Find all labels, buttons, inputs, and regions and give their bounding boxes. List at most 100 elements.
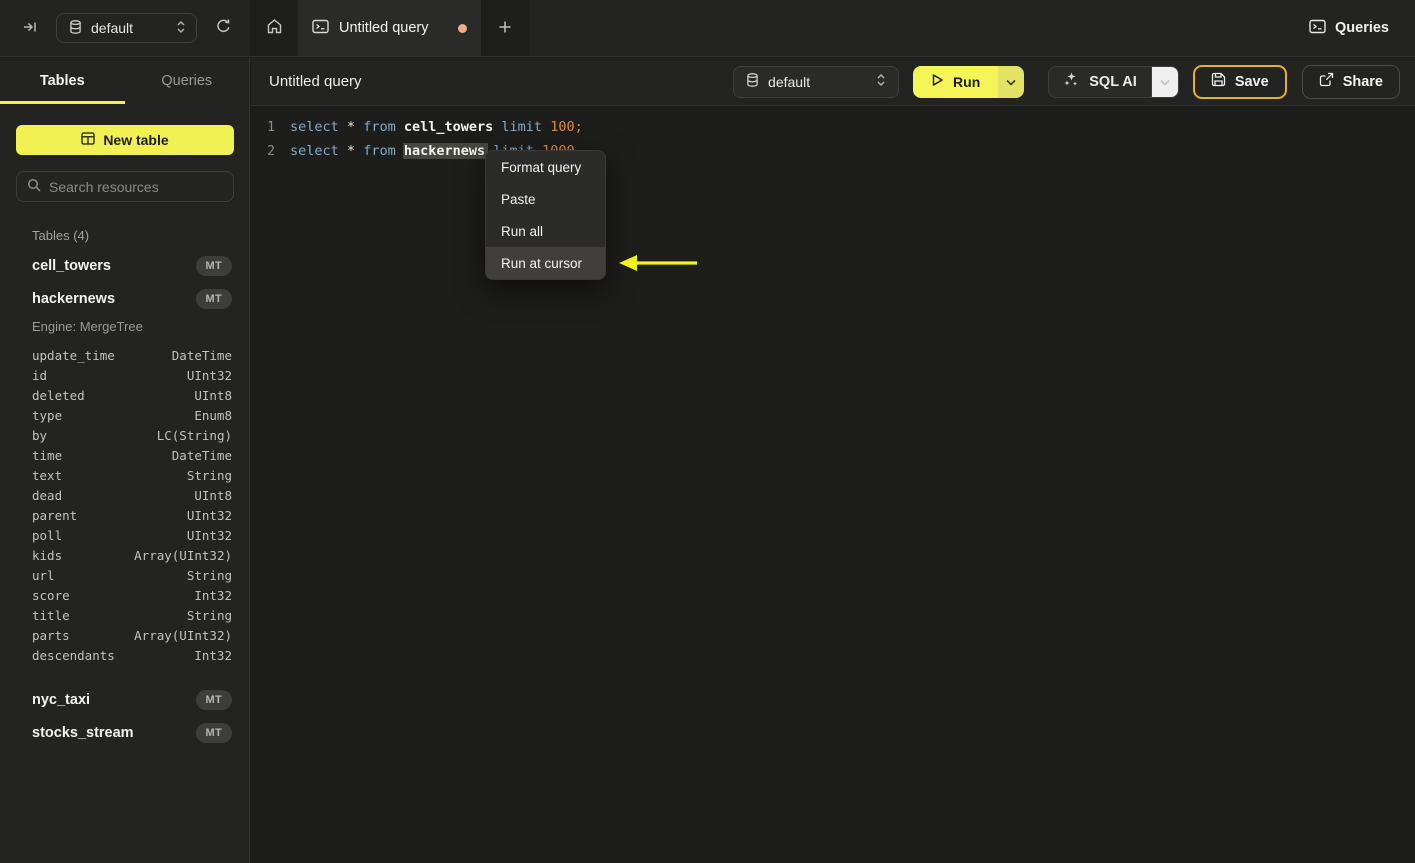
column-type: DateTime — [171, 347, 232, 363]
new-tab-button[interactable] — [481, 0, 529, 56]
column-row: text String — [0, 465, 249, 485]
new-table-button[interactable]: New table — [16, 125, 234, 155]
sidebar: Tables Queries New table Tables (4) cell… — [0, 58, 250, 863]
sidebar-tabs: Tables Queries — [0, 58, 249, 104]
code-token: from — [363, 119, 396, 135]
sql-ai-options-button[interactable] — [1150, 66, 1178, 97]
column-row: dead UInt8 — [0, 485, 249, 505]
column-type: UInt32 — [186, 367, 232, 383]
column-type: UInt32 — [186, 527, 232, 543]
selected-token: hackernews — [403, 143, 486, 159]
tables-section-label: Tables (4) — [32, 228, 90, 243]
engine-badge: MT — [195, 689, 232, 710]
column-name: update_time — [32, 347, 115, 363]
column-type: Array(UInt32) — [134, 627, 232, 643]
code-line: 2select * from hackernews limit 1000 — [251, 139, 1415, 163]
code-token: select — [290, 143, 339, 159]
column-type: Int32 — [194, 587, 232, 603]
chevron-down-icon — [1160, 74, 1170, 89]
table-row-nyc_taxi[interactable]: nyc_taxi MT — [0, 683, 249, 716]
run-button-label: Run — [953, 73, 981, 90]
column-name: id — [32, 367, 48, 383]
home-button[interactable] — [250, 0, 298, 56]
query-title: Untitled query — [269, 73, 362, 90]
unsaved-dot — [458, 23, 467, 33]
save-button[interactable]: Save — [1192, 64, 1287, 99]
column-type: LC(String) — [156, 427, 232, 443]
sidebar-tab-tables[interactable]: Tables — [0, 58, 125, 104]
column-type: Array(UInt32) — [134, 547, 232, 563]
engine-badge: MT — [195, 288, 232, 309]
sparkles-icon — [1063, 71, 1080, 92]
column-name: poll — [32, 527, 63, 543]
column-row: poll UInt32 — [0, 525, 249, 545]
play-icon — [931, 73, 944, 90]
column-type: String — [186, 607, 232, 623]
share-button[interactable]: Share — [1301, 64, 1400, 99]
column-row: by LC(String) — [0, 425, 249, 445]
terminal-icon — [1309, 19, 1326, 38]
search-input[interactable] — [49, 178, 223, 195]
column-type: String — [186, 467, 232, 483]
code-line: 1 select * from cell_towers limit 100; — [251, 115, 1415, 139]
menu-item-run-at-cursor[interactable]: Run at cursor — [486, 247, 605, 279]
code-token: limit — [501, 119, 543, 135]
table-name: stocks_stream — [32, 724, 134, 741]
main-area: Untitled query default Run SQL AI Save S… — [251, 58, 1415, 863]
refresh-button[interactable] — [211, 14, 236, 42]
terminal-icon — [312, 19, 329, 38]
table-row-hackernews[interactable]: hackernews MT — [0, 282, 249, 315]
run-options-button[interactable] — [998, 65, 1025, 98]
topbar-database-value: default — [91, 20, 134, 36]
query-database-select[interactable]: default — [733, 65, 900, 98]
column-type: UInt32 — [186, 507, 232, 523]
code-token: select — [290, 119, 339, 135]
sql-ai-button[interactable]: SQL AI — [1049, 67, 1151, 97]
column-row: parent UInt32 — [0, 505, 249, 525]
column-name: descendants — [32, 647, 115, 663]
database-icon — [69, 19, 82, 37]
column-row: url String — [0, 565, 249, 585]
column-row: type Enum8 — [0, 405, 249, 425]
column-name: url — [32, 567, 55, 583]
topbar-left: default — [0, 0, 250, 56]
menu-item-format-query[interactable]: Format query — [486, 151, 605, 183]
table-name: hackernews — [32, 290, 116, 307]
sql-editor[interactable]: 1 select * from cell_towers limit 100; 2 se… — [251, 106, 1415, 163]
queries-button[interactable]: Queries — [1309, 19, 1389, 38]
column-name: kids — [32, 547, 63, 563]
query-database-value: default — [768, 73, 811, 90]
engine-label: Engine: MergeTree — [32, 319, 143, 334]
line-number: 1 — [267, 119, 275, 135]
column-row: title String — [0, 605, 249, 625]
sidebar-tab-queries[interactable]: Queries — [125, 58, 250, 104]
plus-icon — [498, 18, 512, 39]
save-button-label: Save — [1234, 73, 1269, 90]
column-name: dead — [32, 487, 63, 503]
table-icon — [81, 132, 95, 148]
queries-button-label: Queries — [1335, 20, 1389, 36]
save-icon — [1211, 72, 1226, 91]
sidebar-collapse-button[interactable] — [18, 15, 42, 42]
chevron-updown-icon — [876, 73, 886, 90]
column-name: score — [32, 587, 70, 603]
tables-list: cell_towers MT hackernews MT Engine: MergeTr… — [0, 249, 249, 749]
table-row-stocks_stream[interactable]: stocks_stream MT — [0, 716, 249, 749]
topbar-database-select[interactable]: default — [56, 13, 197, 43]
column-row: id UInt32 — [0, 365, 249, 385]
run-split-button: Run — [913, 65, 1025, 98]
table-row-cell_towers[interactable]: cell_towers MT — [0, 249, 249, 282]
column-type: String — [186, 567, 232, 583]
tab-untitled-query[interactable]: Untitled query — [298, 0, 481, 56]
menu-item-paste[interactable]: Paste — [486, 183, 605, 215]
column-row: kids Array(UInt32) — [0, 545, 249, 565]
run-button[interactable]: Run — [913, 65, 999, 98]
column-type: Int32 — [194, 647, 232, 663]
column-row: time DateTime — [0, 445, 249, 465]
code-token: from — [363, 143, 396, 159]
engine-badge: MT — [195, 255, 232, 276]
menu-item-run-all[interactable]: Run all — [486, 215, 605, 247]
column-type: DateTime — [171, 447, 232, 463]
